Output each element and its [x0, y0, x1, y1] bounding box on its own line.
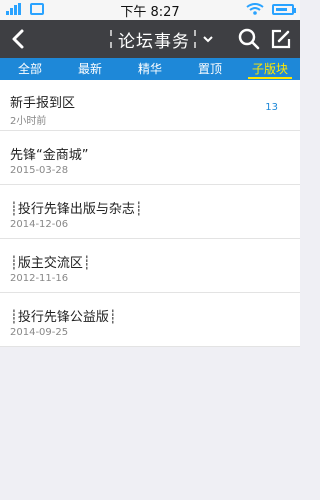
- nav-actions: [238, 20, 292, 58]
- item-date: 2014-12-06: [10, 219, 69, 230]
- wifi-icon: [246, 3, 264, 15]
- title-dropdown[interactable]: 论坛事务: [110, 20, 214, 58]
- item-title: 先锋“金商城”: [10, 148, 89, 163]
- item-count-badge: 13: [265, 102, 278, 113]
- list-item[interactable]: ┊投行先锋公益版┊ 2014-09-25: [0, 293, 300, 347]
- list-item[interactable]: 新手报到区 2小时前 13: [0, 80, 300, 131]
- page-title: 论坛事务: [118, 31, 190, 52]
- list-item[interactable]: 先锋“金商城” 2015-03-28: [0, 131, 300, 185]
- title-left-bar: [110, 30, 114, 48]
- title-right-bar: [194, 30, 198, 48]
- item-title: 新手报到区: [10, 96, 76, 111]
- back-button[interactable]: [0, 20, 36, 58]
- item-date: 2012-11-16: [10, 273, 69, 284]
- tab-bar: 全部 最新 精华 置顶 子版块: [0, 58, 300, 80]
- status-right: [246, 3, 296, 15]
- signal-icon: [6, 3, 22, 15]
- item-date: 2小时前: [10, 116, 47, 127]
- tab-all[interactable]: 全部: [0, 58, 60, 80]
- back-arrow-icon: [12, 29, 24, 49]
- chevron-down-icon: [203, 36, 213, 43]
- tab-latest[interactable]: 最新: [60, 58, 120, 80]
- list-item[interactable]: ┊投行先锋出版与杂志┊ 2014-12-06: [0, 185, 300, 239]
- item-title: ┊投行先锋公益版┊: [10, 310, 117, 325]
- tab-subforums[interactable]: 子版块: [240, 58, 300, 80]
- item-title: ┊投行先锋出版与杂志┊: [10, 202, 143, 217]
- status-bar: 下午 8:27: [0, 0, 300, 20]
- item-title: ┊版主交流区┊: [10, 256, 91, 271]
- battery-icon: [272, 3, 296, 15]
- item-date: 2015-03-28: [10, 165, 69, 176]
- list-item[interactable]: ┊版主交流区┊ 2012-11-16: [0, 239, 300, 293]
- tab-pinned[interactable]: 置顶: [180, 58, 240, 80]
- status-left: [6, 3, 44, 15]
- compose-icon[interactable]: [270, 28, 292, 50]
- status-time: 下午 8:27: [120, 4, 180, 20]
- search-icon[interactable]: [238, 28, 260, 50]
- tab-featured[interactable]: 精华: [120, 58, 180, 80]
- nav-bar: 论坛事务: [0, 20, 300, 58]
- message-icon: [30, 3, 44, 15]
- item-date: 2014-09-25: [10, 327, 69, 338]
- subforum-list: 新手报到区 2小时前 13 先锋“金商城” 2015-03-28 ┊投行先锋出版…: [0, 80, 300, 347]
